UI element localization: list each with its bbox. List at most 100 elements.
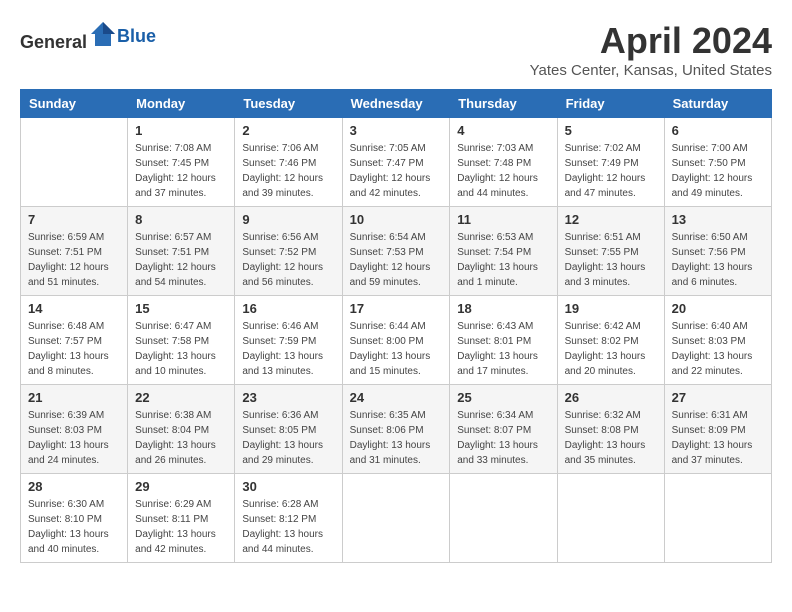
calendar-cell xyxy=(342,474,450,563)
day-number: 12 xyxy=(565,212,657,227)
calendar-cell: 13 Sunrise: 6:50 AMSunset: 7:56 PMDayligh… xyxy=(664,207,771,296)
logo-general: General xyxy=(20,32,87,52)
day-info: Sunrise: 6:50 AMSunset: 7:56 PMDaylight:… xyxy=(672,230,764,290)
day-number: 18 xyxy=(457,301,549,316)
calendar-week-row: 28Sunrise: 6:30 AMSunset: 8:10 PMDayligh… xyxy=(21,474,772,563)
day-number: 7 xyxy=(28,212,120,227)
day-info: Sunrise: 7:03 AMSunset: 7:48 PMDaylight:… xyxy=(457,141,549,201)
day-number: 9 xyxy=(242,212,334,227)
day-number: 24 xyxy=(350,390,443,405)
calendar-cell: 9 Sunrise: 6:56 AMSunset: 7:52 PMDaylight… xyxy=(235,207,342,296)
weekday-header: Monday xyxy=(128,90,235,118)
calendar-cell: 6Sunrise: 7:00 AMSunset: 7:50 PMDaylight… xyxy=(664,118,771,207)
calendar-cell: 26 Sunrise: 6:32 AMSunset: 8:08 PMDayligh… xyxy=(557,385,664,474)
day-info: Sunrise: 7:08 AMSunset: 7:45 PMDaylight:… xyxy=(135,141,227,201)
day-info: Sunrise: 6:43 AMSunset: 8:01 PMDaylight:… xyxy=(457,319,549,379)
day-number: 14 xyxy=(28,301,120,316)
day-number: 28 xyxy=(28,479,120,494)
day-number: 11 xyxy=(457,212,549,227)
weekday-header: Tuesday xyxy=(235,90,342,118)
calendar-week-row: 14 Sunrise: 6:48 AMSunset: 7:57 PMDayligh… xyxy=(21,296,772,385)
day-number: 23 xyxy=(242,390,334,405)
day-number: 27 xyxy=(672,390,764,405)
calendar-cell: 18 Sunrise: 6:43 AMSunset: 8:01 PMDayligh… xyxy=(450,296,557,385)
calendar-cell xyxy=(21,118,128,207)
calendar-cell xyxy=(557,474,664,563)
calendar-cell: 11 Sunrise: 6:53 AMSunset: 7:54 PMDayligh… xyxy=(450,207,557,296)
calendar-cell: 8 Sunrise: 6:57 AMSunset: 7:51 PMDaylight… xyxy=(128,207,235,296)
day-info: Sunrise: 6:31 AMSunset: 8:09 PMDaylight:… xyxy=(672,408,764,468)
day-info: Sunrise: 6:32 AMSunset: 8:08 PMDaylight:… xyxy=(565,408,657,468)
day-info: Sunrise: 6:48 AMSunset: 7:57 PMDaylight:… xyxy=(28,319,120,379)
day-info: Sunrise: 6:51 AMSunset: 7:55 PMDaylight:… xyxy=(565,230,657,290)
calendar-cell: 12 Sunrise: 6:51 AMSunset: 7:55 PMDayligh… xyxy=(557,207,664,296)
title-section: April 2024 Yates Center, Kansas, United … xyxy=(530,20,772,79)
calendar-cell: 14 Sunrise: 6:48 AMSunset: 7:57 PMDayligh… xyxy=(21,296,128,385)
day-number: 21 xyxy=(28,390,120,405)
calendar-cell: 20 Sunrise: 6:40 AMSunset: 8:03 PMDayligh… xyxy=(664,296,771,385)
calendar-cell xyxy=(664,474,771,563)
logo-icon xyxy=(89,20,117,48)
calendar-cell: 16 Sunrise: 6:46 AMSunset: 7:59 PMDayligh… xyxy=(235,296,342,385)
day-info: Sunrise: 7:06 AMSunset: 7:46 PMDaylight:… xyxy=(242,141,334,201)
weekday-header: Thursday xyxy=(450,90,557,118)
day-number: 29 xyxy=(135,479,227,494)
day-info: Sunrise: 6:53 AMSunset: 7:54 PMDaylight:… xyxy=(457,230,549,290)
day-info: Sunrise: 7:02 AMSunset: 7:49 PMDaylight:… xyxy=(565,141,657,201)
day-info: Sunrise: 6:28 AMSunset: 8:12 PMDaylight:… xyxy=(242,497,334,557)
calendar-cell: 4 Sunrise: 7:03 AMSunset: 7:48 PMDaylight… xyxy=(450,118,557,207)
day-number: 26 xyxy=(565,390,657,405)
day-number: 19 xyxy=(565,301,657,316)
day-info: Sunrise: 6:40 AMSunset: 8:03 PMDaylight:… xyxy=(672,319,764,379)
day-number: 13 xyxy=(672,212,764,227)
calendar-cell: 5 Sunrise: 7:02 AMSunset: 7:49 PMDaylight… xyxy=(557,118,664,207)
calendar-week-row: 7 Sunrise: 6:59 AMSunset: 7:51 PMDaylight… xyxy=(21,207,772,296)
day-number: 1 xyxy=(135,123,227,138)
day-number: 2 xyxy=(242,123,334,138)
day-info: Sunrise: 7:00 AMSunset: 7:50 PMDaylight:… xyxy=(672,141,764,201)
logo-blue: Blue xyxy=(117,26,156,46)
day-info: Sunrise: 6:44 AMSunset: 8:00 PMDaylight:… xyxy=(350,319,443,379)
calendar-cell: 19Sunrise: 6:42 AMSunset: 8:02 PMDayligh… xyxy=(557,296,664,385)
day-number: 8 xyxy=(135,212,227,227)
calendar-cell: 22Sunrise: 6:38 AMSunset: 8:04 PMDayligh… xyxy=(128,385,235,474)
day-info: Sunrise: 6:35 AMSunset: 8:06 PMDaylight:… xyxy=(350,408,443,468)
weekday-header-row: SundayMondayTuesdayWednesdayThursdayFrid… xyxy=(21,90,772,118)
day-info: Sunrise: 6:54 AMSunset: 7:53 PMDaylight:… xyxy=(350,230,443,290)
day-info: Sunrise: 6:36 AMSunset: 8:05 PMDaylight:… xyxy=(242,408,334,468)
day-info: Sunrise: 6:59 AMSunset: 7:51 PMDaylight:… xyxy=(28,230,120,290)
weekday-header: Friday xyxy=(557,90,664,118)
month-title: April 2024 xyxy=(530,20,772,62)
day-info: Sunrise: 7:05 AMSunset: 7:47 PMDaylight:… xyxy=(350,141,443,201)
day-number: 16 xyxy=(242,301,334,316)
calendar-cell: 27 Sunrise: 6:31 AMSunset: 8:09 PMDayligh… xyxy=(664,385,771,474)
page-header: General Blue April 2024 Yates Center, Ka… xyxy=(20,20,772,79)
day-info: Sunrise: 6:47 AMSunset: 7:58 PMDaylight:… xyxy=(135,319,227,379)
day-info: Sunrise: 6:57 AMSunset: 7:51 PMDaylight:… xyxy=(135,230,227,290)
calendar-cell: 15Sunrise: 6:47 AMSunset: 7:58 PMDayligh… xyxy=(128,296,235,385)
day-number: 10 xyxy=(350,212,443,227)
day-number: 3 xyxy=(350,123,443,138)
calendar-cell: 23 Sunrise: 6:36 AMSunset: 8:05 PMDayligh… xyxy=(235,385,342,474)
day-info: Sunrise: 6:38 AMSunset: 8:04 PMDaylight:… xyxy=(135,408,227,468)
day-number: 4 xyxy=(457,123,549,138)
weekday-header: Wednesday xyxy=(342,90,450,118)
day-info: Sunrise: 6:56 AMSunset: 7:52 PMDaylight:… xyxy=(242,230,334,290)
day-number: 20 xyxy=(672,301,764,316)
location-title: Yates Center, Kansas, United States xyxy=(530,62,772,79)
day-number: 30 xyxy=(242,479,334,494)
day-info: Sunrise: 6:46 AMSunset: 7:59 PMDaylight:… xyxy=(242,319,334,379)
day-number: 17 xyxy=(350,301,443,316)
day-info: Sunrise: 6:39 AMSunset: 8:03 PMDaylight:… xyxy=(28,408,120,468)
day-number: 5 xyxy=(565,123,657,138)
calendar-cell: 1 Sunrise: 7:08 AMSunset: 7:45 PMDaylight… xyxy=(128,118,235,207)
calendar-cell: 17 Sunrise: 6:44 AMSunset: 8:00 PMDayligh… xyxy=(342,296,450,385)
calendar-cell xyxy=(450,474,557,563)
weekday-header: Saturday xyxy=(664,90,771,118)
calendar-cell: 24 Sunrise: 6:35 AMSunset: 8:06 PMDayligh… xyxy=(342,385,450,474)
calendar-week-row: 1 Sunrise: 7:08 AMSunset: 7:45 PMDaylight… xyxy=(21,118,772,207)
calendar-cell: 21 Sunrise: 6:39 AMSunset: 8:03 PMDayligh… xyxy=(21,385,128,474)
day-info: Sunrise: 6:29 AMSunset: 8:11 PMDaylight:… xyxy=(135,497,227,557)
calendar-cell: 7 Sunrise: 6:59 AMSunset: 7:51 PMDaylight… xyxy=(21,207,128,296)
logo: General Blue xyxy=(20,20,156,53)
